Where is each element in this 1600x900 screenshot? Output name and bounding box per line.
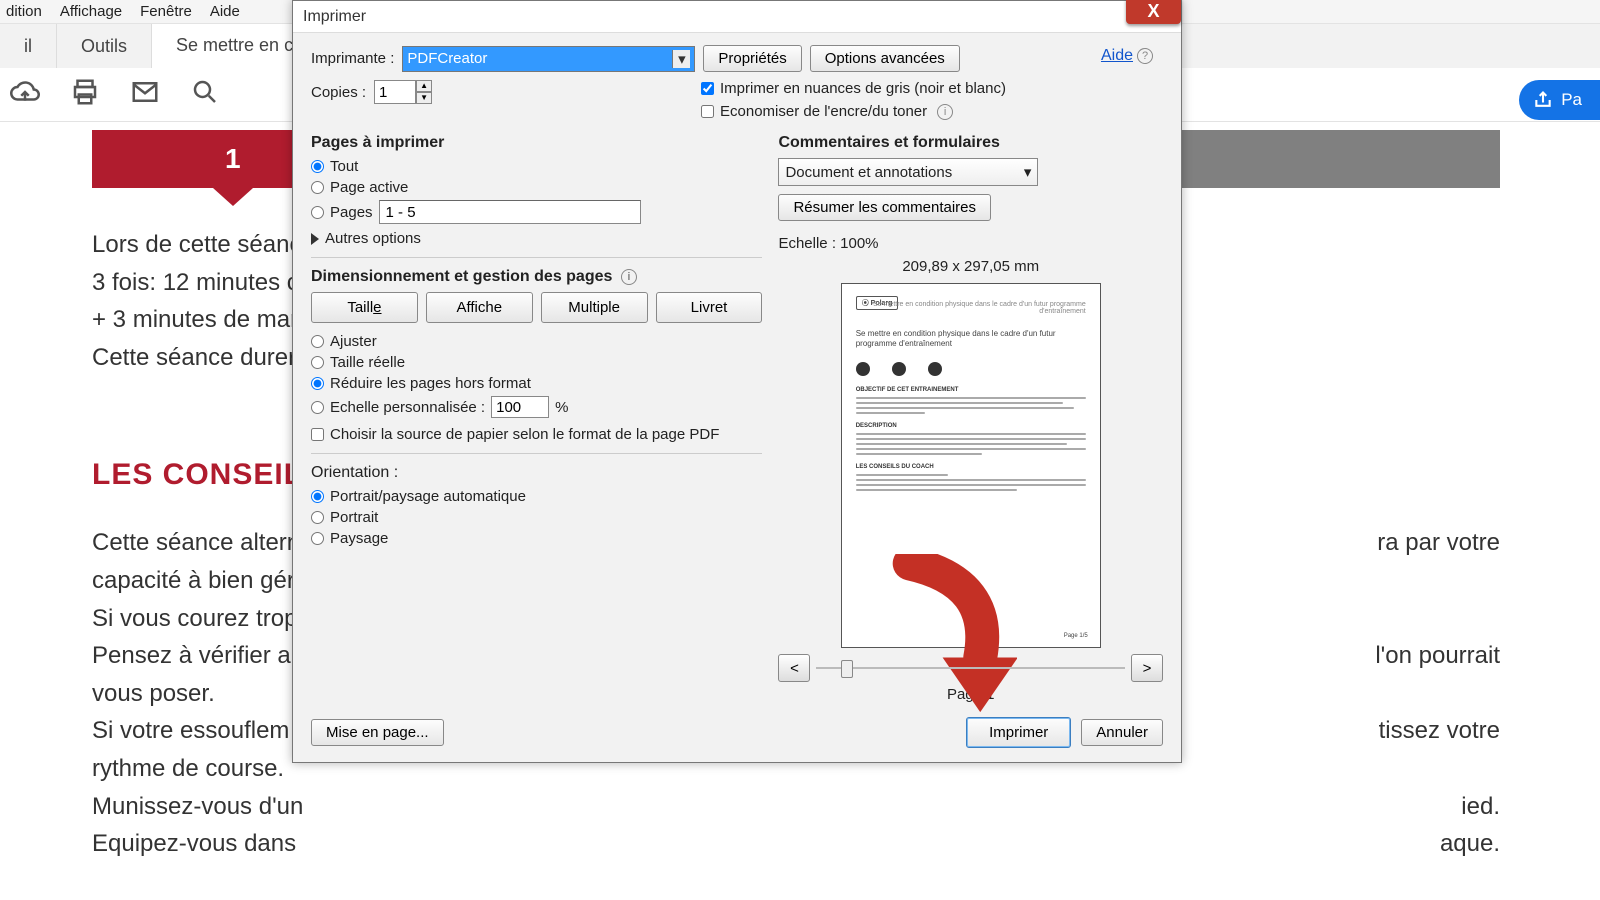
step-5 [1218, 130, 1500, 188]
paper-source-label: Choisir la source de papier selon le for… [330, 426, 719, 443]
tab-booklet[interactable]: Livret [656, 292, 763, 323]
print-button[interactable]: Imprimer [966, 717, 1071, 748]
help-info-icon: ? [1137, 48, 1153, 64]
dialog-title: Imprimer [303, 8, 366, 26]
radio-orient-auto-label: Portrait/paysage automatique [330, 488, 526, 505]
sizing-info-icon: i [621, 269, 637, 285]
tab-home[interactable]: il [0, 24, 57, 68]
comments-section-title: Commentaires et formulaires [778, 134, 1163, 152]
paper-dimensions: 209,89 x 297,05 mm [778, 258, 1163, 275]
radio-orient-portrait[interactable] [311, 511, 324, 524]
share-button[interactable]: Pa [1519, 80, 1600, 120]
page-range-input[interactable] [379, 200, 641, 224]
menu-view[interactable]: Affichage [60, 3, 122, 20]
comments-select[interactable]: Document et annotations ▾ [778, 158, 1038, 186]
scale-label: Echelle : 100% [778, 235, 1163, 252]
radio-all[interactable] [311, 160, 324, 173]
chevron-right-icon [311, 233, 319, 245]
menu-help[interactable]: Aide [210, 3, 240, 20]
radio-range-label: Pages [330, 204, 373, 221]
chevron-down-icon: ▾ [1024, 163, 1032, 181]
cancel-button[interactable]: Annuler [1081, 719, 1163, 746]
menu-window[interactable]: Fenêtre [140, 3, 192, 20]
menu-edit[interactable]: dition [6, 3, 42, 20]
properties-button[interactable]: Propriétés [703, 45, 801, 72]
close-icon[interactable]: X [1126, 0, 1181, 24]
radio-orient-landscape-label: Paysage [330, 530, 388, 547]
save-toner-checkbox[interactable] [701, 105, 714, 118]
radio-shrink[interactable] [311, 377, 324, 390]
tab-multiple[interactable]: Multiple [541, 292, 648, 323]
print-dialog: Imprimer X Aide? Imprimante : PDFCreator… [292, 0, 1182, 763]
radio-fit-label: Ajuster [330, 333, 377, 350]
tab-poster[interactable]: Affiche [426, 292, 533, 323]
tab-size[interactable]: Taille [311, 292, 418, 323]
copies-label: Copies : [311, 84, 366, 101]
custom-scale-input[interactable] [491, 396, 549, 418]
print-preview: ⦿ Polarg Se mettre en condition physique… [841, 283, 1101, 648]
copies-up-icon[interactable]: ▲ [416, 80, 432, 92]
share-label: Pa [1561, 90, 1582, 110]
grayscale-label: Imprimer en nuances de gris (noir et bla… [720, 80, 1006, 97]
preview-page-indicator: Page 1 [778, 686, 1163, 703]
save-toner-label: Economiser de l'encre/du toner [720, 103, 927, 120]
help-link[interactable]: Aide? [1101, 47, 1153, 65]
copies-input[interactable] [374, 80, 416, 104]
radio-shrink-label: Réduire les pages hors format [330, 375, 531, 392]
radio-custom-scale[interactable] [311, 401, 324, 414]
doc-line: Equipez-vous dansaque. [92, 827, 1500, 861]
more-options-expander[interactable]: Autres options [311, 230, 762, 247]
radio-orient-landscape[interactable] [311, 532, 324, 545]
summarize-comments-button[interactable]: Résumer les commentaires [778, 194, 991, 221]
paper-source-checkbox[interactable] [311, 428, 324, 441]
percent-label: % [555, 399, 568, 416]
copies-down-icon[interactable]: ▼ [416, 92, 432, 104]
printer-select[interactable]: PDFCreator ▾ [402, 46, 695, 72]
mail-icon[interactable] [130, 77, 160, 112]
preview-next-button[interactable]: > [1131, 654, 1163, 682]
chevron-down-icon: ▾ [672, 50, 690, 68]
page-setup-button[interactable]: Mise en page... [311, 719, 444, 746]
radio-orient-auto[interactable] [311, 490, 324, 503]
cloud-upload-icon[interactable] [10, 77, 40, 112]
grayscale-checkbox[interactable] [701, 82, 714, 95]
radio-all-label: Tout [330, 158, 358, 175]
preview-page-slider[interactable] [816, 658, 1125, 678]
radio-actual[interactable] [311, 356, 324, 369]
doc-line: Munissez-vous d'unied. [92, 790, 1500, 824]
radio-actual-label: Taille réelle [330, 354, 405, 371]
preview-prev-button[interactable]: < [778, 654, 810, 682]
sizing-section-title: Dimensionnement et gestion des pages i [311, 268, 762, 286]
orientation-section-title: Orientation : [311, 464, 762, 482]
advanced-options-button[interactable]: Options avancées [810, 45, 960, 72]
radio-orient-portrait-label: Portrait [330, 509, 378, 526]
radio-range[interactable] [311, 206, 324, 219]
radio-custom-scale-label: Echelle personnalisée : [330, 399, 485, 416]
tab-tools[interactable]: Outils [57, 24, 152, 68]
copies-stepper[interactable]: ▲ ▼ [374, 80, 432, 104]
printer-label: Imprimante : [311, 50, 394, 67]
zoom-icon[interactable] [190, 77, 220, 112]
pages-section-title: Pages à imprimer [311, 134, 762, 152]
toner-info-icon: i [937, 104, 953, 120]
dialog-titlebar[interactable]: Imprimer X [293, 1, 1181, 33]
radio-fit[interactable] [311, 335, 324, 348]
more-options-label: Autres options [325, 230, 421, 247]
radio-active-label: Page active [330, 179, 408, 196]
radio-active[interactable] [311, 181, 324, 194]
print-icon[interactable] [70, 77, 100, 112]
